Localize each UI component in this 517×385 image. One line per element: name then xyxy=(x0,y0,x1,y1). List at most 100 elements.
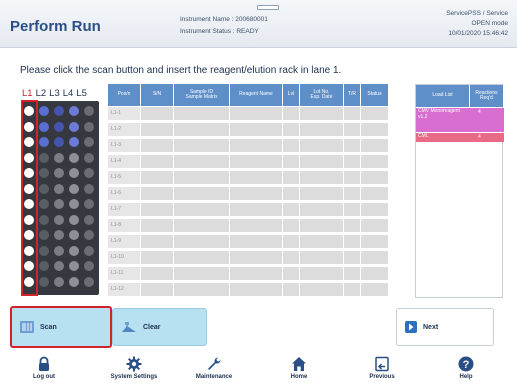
table-cell xyxy=(174,139,230,152)
table-header-cell: T/R xyxy=(344,84,361,106)
clear-button[interactable]: Clear xyxy=(112,308,207,346)
table-cell xyxy=(230,139,283,152)
table-header-cell: Reagent Name xyxy=(230,84,283,106)
rack-slot xyxy=(39,168,49,178)
table-row[interactable]: L1-9 xyxy=(108,235,407,249)
table-row[interactable]: L1-8 xyxy=(108,219,407,233)
lane-label-l1: L1 xyxy=(22,88,33,99)
load-list-item[interactable]: CMV Monoreagent v1.2 4 xyxy=(416,108,504,132)
scan-button-label: Scan xyxy=(40,323,57,331)
table-row[interactable]: L1-4 xyxy=(108,155,407,169)
table-cell xyxy=(141,155,174,168)
table-cell xyxy=(174,251,230,264)
rack-slot xyxy=(54,106,64,116)
table-cell xyxy=(361,155,389,168)
logout-button[interactable]: Log out xyxy=(4,356,84,380)
table-cell xyxy=(230,171,283,184)
rack-slot xyxy=(69,183,79,194)
rack-slot xyxy=(69,168,79,178)
previous-label: Previous xyxy=(369,374,395,380)
rack-slot xyxy=(54,261,64,271)
position-cell: L1-6 xyxy=(108,187,141,200)
table-row[interactable]: L1-11 xyxy=(108,267,407,281)
rack-slot xyxy=(84,121,94,132)
maintenance-button[interactable]: Maintenance xyxy=(174,356,254,380)
table-cell xyxy=(174,203,230,216)
table-cell xyxy=(174,219,230,232)
table-cell xyxy=(283,171,300,184)
position-cell: L1-10 xyxy=(108,251,141,264)
lane-label-l5: L5 xyxy=(76,88,87,99)
rack-slot xyxy=(39,152,49,163)
table-row[interactable]: L1-1 xyxy=(108,107,407,121)
table-row[interactable]: L1-3 xyxy=(108,139,407,153)
table-cell xyxy=(300,283,344,296)
table-cell xyxy=(361,171,389,184)
table-header-cell: Pos/n xyxy=(108,84,141,106)
rack-slot xyxy=(54,245,64,256)
table-cell xyxy=(300,251,344,264)
table-row[interactable]: L1-7 xyxy=(108,203,407,217)
gear-icon xyxy=(126,356,142,372)
table-header-cell: Lvl xyxy=(283,84,300,106)
rack-slot xyxy=(39,106,49,116)
rack-lane-3 xyxy=(53,105,66,291)
table-cell xyxy=(344,123,361,136)
svg-text:?: ? xyxy=(463,359,470,371)
rack-slot xyxy=(84,199,94,209)
table-cell xyxy=(174,107,230,120)
rack-slot xyxy=(84,214,94,225)
rack-slot xyxy=(84,152,94,163)
instrument-status: Instrument Status : READY xyxy=(180,28,259,35)
table-cell xyxy=(344,203,361,216)
table-cell xyxy=(230,203,283,216)
help-button[interactable]: ? Help xyxy=(426,356,506,380)
table-header-cell: S/N xyxy=(141,84,174,106)
lane-label-l4: L4 xyxy=(62,88,74,99)
previous-button[interactable]: Previous xyxy=(342,356,422,380)
table-cell xyxy=(300,203,344,216)
table-cell xyxy=(361,139,389,152)
system-settings-button[interactable]: System Settings xyxy=(94,356,174,380)
table-row[interactable]: L1-5 xyxy=(108,171,407,185)
back-arrow-icon xyxy=(375,356,389,372)
table-row[interactable]: L1-6 xyxy=(108,187,407,201)
table-cell xyxy=(283,123,300,136)
next-button[interactable]: Next xyxy=(396,308,494,346)
table-cell xyxy=(230,155,283,168)
table-cell xyxy=(230,267,283,280)
table-row[interactable]: L1-2 xyxy=(108,123,407,137)
maintenance-label: Maintenance xyxy=(195,374,233,380)
load-list-item-name: CMV Monoreagent v1.2 xyxy=(418,108,460,120)
load-list-item[interactable]: CML 4 xyxy=(416,133,504,142)
rack-slot xyxy=(39,214,49,225)
home-label: Home xyxy=(290,374,308,380)
table-row[interactable]: L1-12 xyxy=(108,283,407,297)
table-cell xyxy=(283,203,300,216)
rack-slot xyxy=(69,121,79,132)
scan-icon xyxy=(20,321,34,333)
table-cell xyxy=(141,123,174,136)
table-cell xyxy=(300,171,344,184)
table-cell xyxy=(344,267,361,280)
table-cell xyxy=(300,219,344,232)
load-list-panel: Load List Reactions Req'd CMV Monoreagent … xyxy=(415,84,504,298)
rack-slot xyxy=(54,230,64,240)
lane-1-highlight xyxy=(21,100,38,296)
table-cell xyxy=(174,267,230,280)
table-cell xyxy=(300,187,344,200)
rack-slot xyxy=(39,245,49,256)
rack-slot xyxy=(84,230,94,240)
table-cell xyxy=(174,283,230,296)
table-row[interactable]: L1-10 xyxy=(108,251,407,265)
lane-label-l3: L3 xyxy=(49,88,60,99)
table-cell xyxy=(174,235,230,248)
rack-slot xyxy=(39,261,49,271)
home-icon xyxy=(292,357,306,371)
table-cell xyxy=(174,187,230,200)
home-button[interactable]: Home xyxy=(259,356,339,380)
user-name: ServicePSS / Service xyxy=(446,10,508,17)
table-cell xyxy=(361,251,389,264)
rack-lane-4 xyxy=(68,105,81,291)
scan-button[interactable]: Scan xyxy=(10,306,112,348)
